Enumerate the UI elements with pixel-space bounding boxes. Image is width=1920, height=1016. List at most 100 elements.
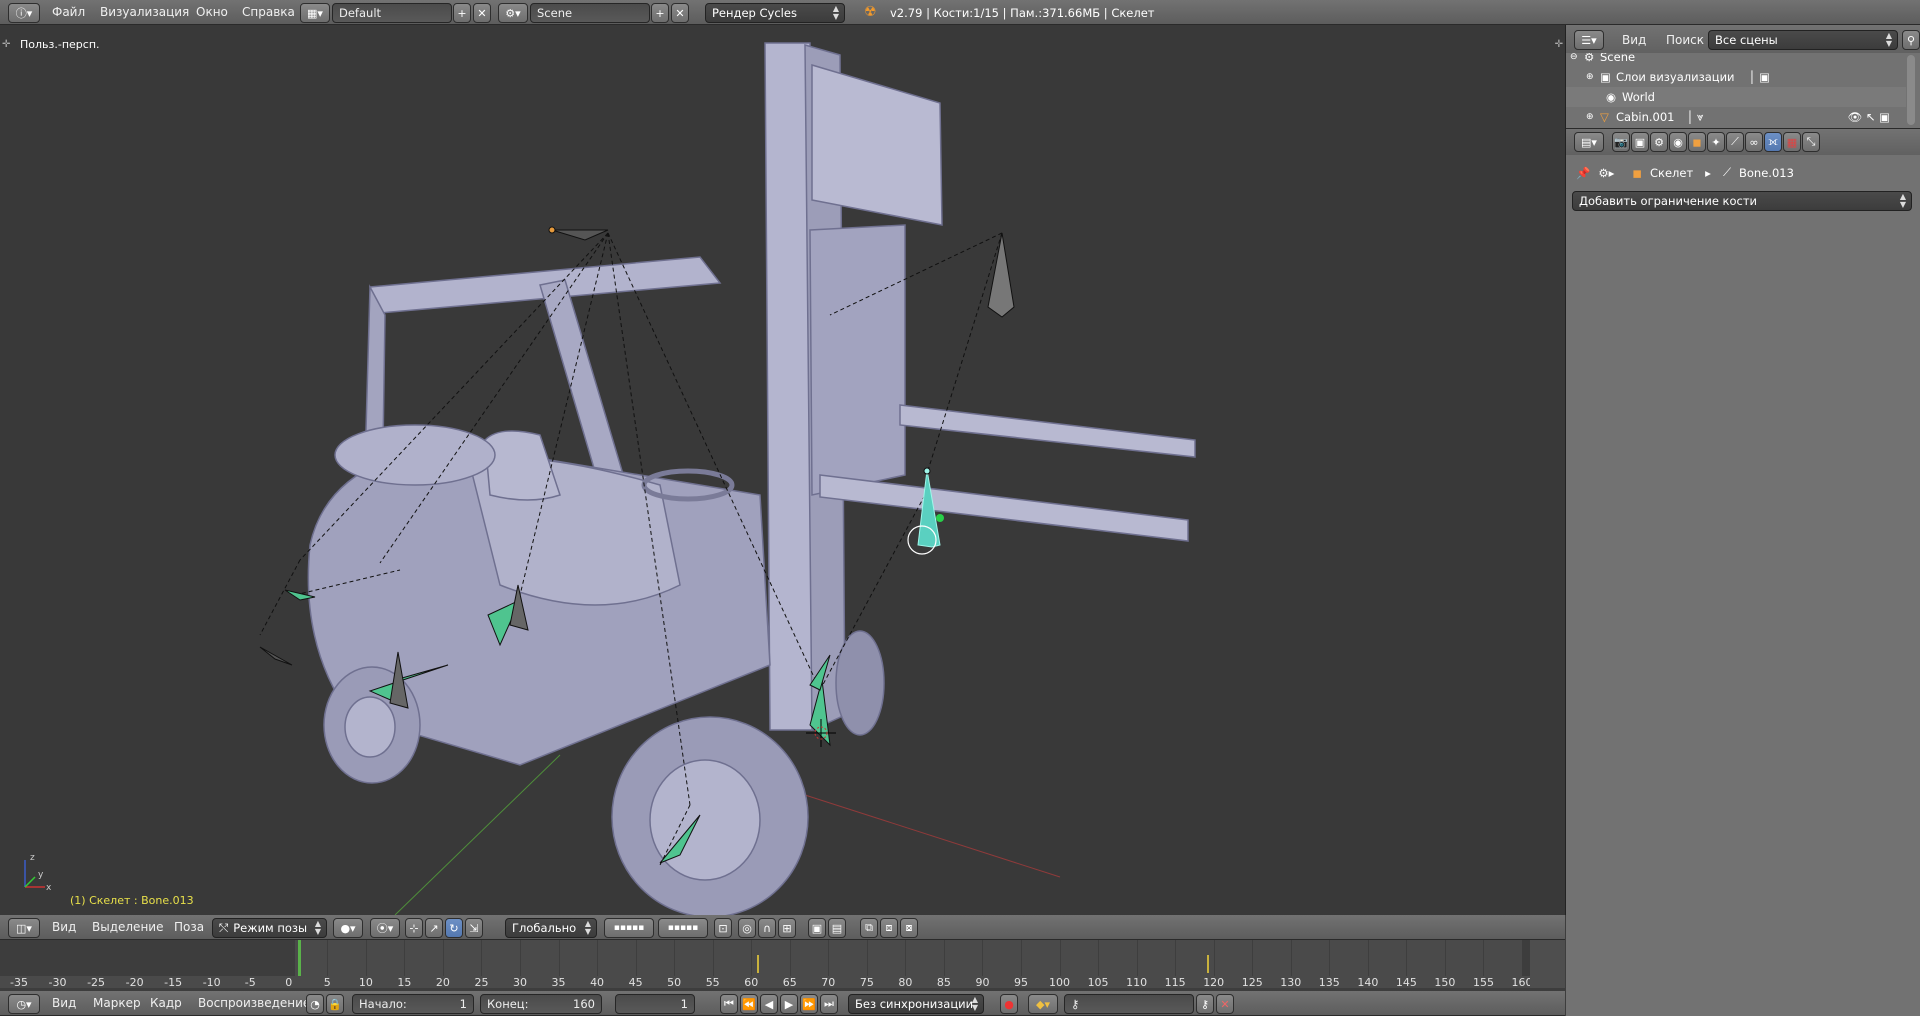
add-layout-button[interactable]: +: [453, 3, 471, 23]
tab-constraints[interactable]: ∞: [1745, 132, 1763, 152]
timeline-scrollbar-right[interactable]: [1530, 940, 1565, 988]
outliner-row-render-layers[interactable]: ⊕ ▣ Слои визуализации │ ▣: [1566, 67, 1906, 87]
outliner-row-scene[interactable]: ⊖ ⚙ Scene: [1566, 53, 1906, 67]
mode-value: Режим позы: [233, 921, 308, 935]
jump-keyframe-back-button[interactable]: ⏪: [740, 994, 758, 1014]
preview-range-button[interactable]: ◔: [306, 994, 324, 1014]
add-bone-constraint-dropdown[interactable]: Добавить ограничение кости ▲ ▼: [1572, 191, 1912, 211]
layers-grid-b[interactable]: ▪▪▪▪▪: [658, 918, 708, 938]
outliner-filter-dropdown[interactable]: Все сцены ▲ ▼: [1708, 30, 1898, 50]
screen-layout-field[interactable]: Default: [332, 3, 452, 23]
scene-field[interactable]: Scene: [530, 3, 650, 23]
render-engine-dropdown[interactable]: Рендер Cycles ▲ ▼: [705, 3, 845, 23]
menu-help[interactable]: Справка: [232, 5, 305, 19]
updown-arrows-icon: ▲ ▼: [584, 919, 591, 936]
timeline-menu-frame[interactable]: Кадр: [140, 996, 192, 1010]
translate-manipulator[interactable]: ↗: [425, 918, 443, 938]
timeline-menu-view[interactable]: Вид: [42, 996, 86, 1010]
timeline-area[interactable]: -35 -30 -25 -20 -15 -10 -5 0 5 10 15 20 25 30 35 40 45 50…: [0, 940, 1565, 989]
tab-world[interactable]: ◉: [1669, 132, 1687, 152]
scene-icon-button[interactable]: ⚙▾: [498, 3, 528, 23]
outliner-row-world[interactable]: ◉ World: [1566, 87, 1906, 107]
menu-file[interactable]: Файл: [42, 5, 95, 19]
outliner-menu-search[interactable]: Поиск: [1656, 33, 1714, 47]
pose-copy-button[interactable]: ⧉: [860, 918, 878, 938]
3d-viewport[interactable]: Польз.-персп. ✛ ✛ z y x (1) Скелет: Bon…: [0, 25, 1566, 915]
mode-dropdown[interactable]: ⤲ Режим позы ▲ ▼: [212, 918, 327, 938]
breadcrumb-bone: Bone.013: [1739, 165, 1794, 180]
proportional-icon: ◎: [742, 921, 752, 935]
layout-icon-button[interactable]: ▦▾: [300, 3, 330, 23]
pivot-button[interactable]: ⦿▾: [370, 918, 400, 938]
orientation-dropdown[interactable]: Глобально ▲ ▼: [505, 918, 597, 938]
lock-range-button[interactable]: 🔒: [326, 994, 344, 1014]
expand-icon[interactable]: ⊕: [1586, 112, 1600, 122]
remove-scene-button[interactable]: ✕: [671, 3, 689, 23]
editor-type-3dview-button[interactable]: ◫▾: [8, 918, 40, 938]
render-preview-button[interactable]: ▣: [808, 918, 826, 938]
snap-target-button[interactable]: ⊞: [778, 918, 796, 938]
editor-type-timeline-button[interactable]: ◷▾: [8, 994, 40, 1014]
insert-keyframe-button[interactable]: ⚷: [1196, 994, 1214, 1014]
rotate-manipulator[interactable]: ↻: [445, 918, 463, 938]
proportional-edit-button[interactable]: ◎: [738, 918, 756, 938]
jump-start-button[interactable]: ⏮: [720, 994, 738, 1014]
tab-render[interactable]: 📷: [1612, 132, 1630, 152]
layers-icon: ▪▪▪▪▪: [613, 923, 645, 933]
outliner-scrollbar[interactable]: [1907, 55, 1915, 125]
menu-render[interactable]: Визуализация: [90, 5, 199, 19]
context-icon: ⚙▸: [1598, 165, 1615, 180]
menu-view[interactable]: Вид: [42, 920, 86, 934]
layers-grid-a[interactable]: ▪▪▪▪▪: [604, 918, 654, 938]
expand-icon[interactable]: ⊕: [1586, 72, 1600, 82]
keying-set-button[interactable]: ◆▾: [1028, 994, 1058, 1014]
scale-manipulator[interactable]: ⇲: [465, 918, 483, 938]
jump-keyframe-forward-button[interactable]: ⏩: [800, 994, 818, 1014]
eye-icon[interactable]: 👁 ↖ ▣: [1848, 110, 1890, 124]
outliner-row-cabin[interactable]: ⊕ ▽ Cabin.001 │ ⩔ 👁 ↖ ▣: [1566, 107, 1906, 127]
timeline-tick-label: 25: [474, 976, 489, 989]
outliner-menu-view[interactable]: Вид: [1612, 33, 1656, 47]
tab-armature[interactable]: ✦: [1707, 132, 1725, 152]
tab-object[interactable]: ◼: [1688, 132, 1706, 152]
pin-icon[interactable]: 📌: [1576, 166, 1590, 180]
tab-texture[interactable]: ▦: [1783, 132, 1801, 152]
remove-layout-button[interactable]: ✕: [473, 3, 491, 23]
tab-render-layers[interactable]: ▣: [1631, 132, 1649, 152]
lock-layers-button[interactable]: ⊡: [714, 918, 732, 938]
rewind-icon: ⏪: [742, 997, 756, 1011]
current-frame-field[interactable]: 1: [615, 994, 695, 1014]
timeline-menu-playback[interactable]: Воспроизведение: [188, 996, 320, 1010]
add-scene-button[interactable]: +: [651, 3, 669, 23]
pose-paste-button[interactable]: ⧈: [880, 918, 898, 938]
play-button[interactable]: ▶: [780, 994, 798, 1014]
editor-type-info-button[interactable]: ⓘ▾: [8, 3, 40, 23]
snap-button[interactable]: ∩: [758, 918, 776, 938]
delete-keyframe-button[interactable]: ✕: [1216, 994, 1234, 1014]
outliner-search-button[interactable]: ⚲: [1902, 30, 1920, 50]
menu-select[interactable]: Выделение: [82, 920, 173, 934]
editor-type-outliner-button[interactable]: ☰▾: [1574, 30, 1604, 50]
tab-bone-constraints[interactable]: ⟗: [1764, 132, 1782, 152]
record-button[interactable]: ●: [1000, 994, 1018, 1014]
shading-button[interactable]: ●▾: [333, 918, 363, 938]
keying-set-field[interactable]: ⚷: [1064, 994, 1194, 1014]
end-frame-field[interactable]: Конец: 160: [480, 994, 602, 1014]
menu-pose[interactable]: Поза: [164, 920, 214, 934]
play-reverse-button[interactable]: ◀: [760, 994, 778, 1014]
start-frame-value: 1: [459, 997, 467, 1011]
updown-arrows-icon: ▲ ▼: [314, 919, 321, 936]
start-frame-field[interactable]: Начало: 1: [352, 994, 474, 1014]
jump-end-button[interactable]: ⏭: [820, 994, 838, 1014]
tab-physics[interactable]: ⤡: [1802, 132, 1820, 152]
editor-type-properties-button[interactable]: ▤▾: [1574, 132, 1604, 152]
manipulator-toggle[interactable]: ⊹: [405, 918, 423, 938]
menu-window[interactable]: Окно: [186, 5, 238, 19]
render-anim-button[interactable]: ▤: [828, 918, 846, 938]
sync-dropdown[interactable]: Без синхронизации ▲ ▼: [848, 994, 984, 1014]
outliner-label-render-layers: Слои визуализации: [1616, 70, 1735, 84]
tab-scene[interactable]: ⚙: [1650, 132, 1668, 152]
collapse-icon[interactable]: ⊖: [1570, 53, 1584, 62]
tab-bone[interactable]: ⟋: [1726, 132, 1744, 152]
pose-paste-flip-button[interactable]: ⧇: [900, 918, 918, 938]
